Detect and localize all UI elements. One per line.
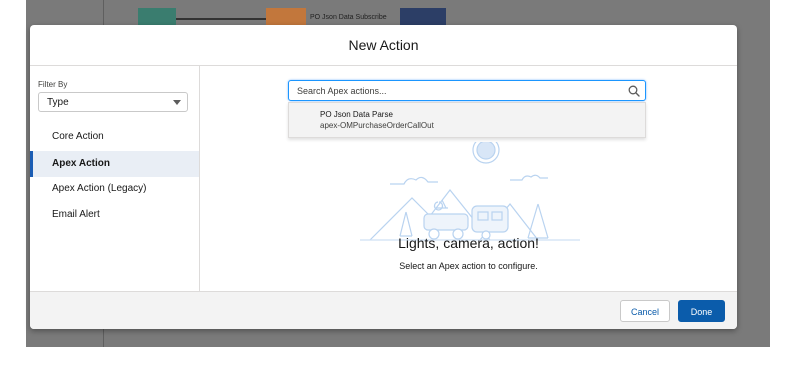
filter-item-apex-action-legacy[interactable]: Apex Action (Legacy) [30,176,199,202]
background-flow-node [400,8,446,26]
result-option-subtitle: apex-OMPurchaseOrderCallOut [320,121,434,130]
filter-pane: Filter By Type Core Action Apex Action A… [30,66,200,291]
result-option-title: PO Json Data Parse [320,110,393,119]
empty-state-illustration [360,142,580,241]
search-apex-actions-box[interactable] [288,80,646,101]
filter-item-email-alert[interactable]: Email Alert [30,202,199,228]
background-flow-connector [176,18,266,20]
empty-state-title: Lights, camera, action! [398,235,539,251]
background-flow-canvas: PO Json Data Subscribe [138,8,448,26]
filter-by-label: Filter By [38,80,68,89]
modal-header: New Action [30,25,737,66]
new-action-modal: New Action Filter By Type Core Action Ap… [30,25,737,329]
filter-item-apex-action[interactable]: Apex Action [30,151,199,177]
background-flow-node [266,8,306,26]
modal-title: New Action [348,37,419,53]
chevron-down-icon [173,100,181,105]
modal-footer: Cancel Done [30,291,737,329]
empty-state-subtitle: Select an Apex action to configure. [399,261,538,271]
search-results-dropdown: PO Json Data Parse apex-OMPurchaseOrderC… [288,102,646,138]
search-result-option[interactable]: PO Json Data Parse apex-OMPurchaseOrderC… [289,103,645,137]
background-flow-node [138,8,176,26]
modal-body: Filter By Type Core Action Apex Action A… [30,66,737,291]
done-button[interactable]: Done [678,300,725,322]
search-input[interactable] [297,84,617,98]
filter-type-select[interactable]: Type [38,92,188,112]
filter-select-value: Type [47,97,69,108]
action-pane: PO Json Data Parse apex-OMPurchaseOrderC… [200,66,737,291]
background-flow-label: PO Json Data Subscribe [310,14,387,21]
filter-item-core-action[interactable]: Core Action [30,124,199,150]
cancel-button[interactable]: Cancel [620,300,670,322]
search-icon[interactable] [628,85,640,97]
